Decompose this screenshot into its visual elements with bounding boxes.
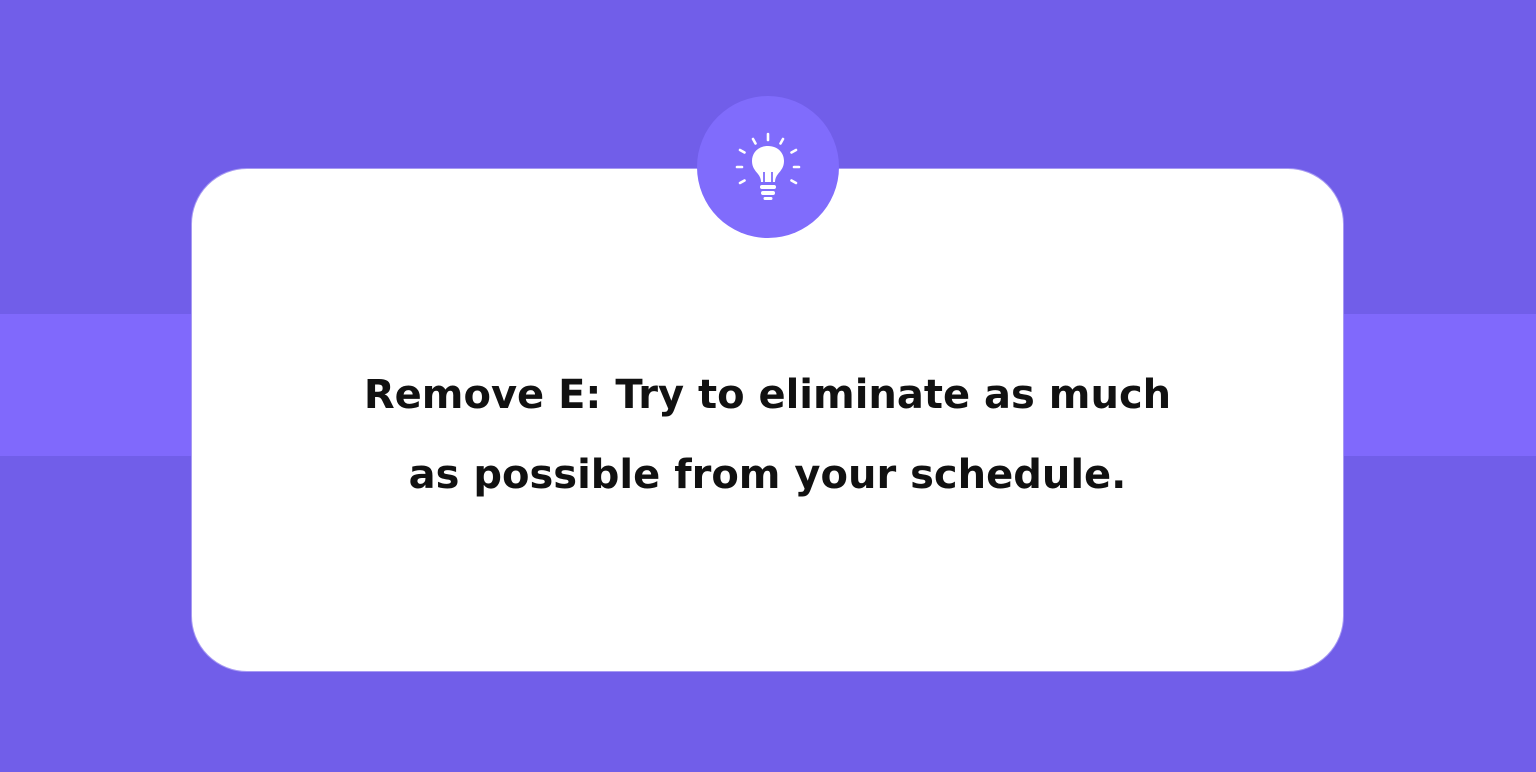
lightbulb-badge — [697, 96, 839, 238]
tip-text-line-1: Remove E: Try to eliminate as much — [363, 372, 1172, 418]
tip-text-line-2: as possible from your schedule. — [408, 452, 1127, 498]
tip-text: Remove E: Try to eliminate as much as po… — [192, 355, 1343, 515]
lightbulb-icon — [735, 132, 801, 200]
tip-card: Remove E: Try to eliminate as much as po… — [191, 168, 1344, 672]
